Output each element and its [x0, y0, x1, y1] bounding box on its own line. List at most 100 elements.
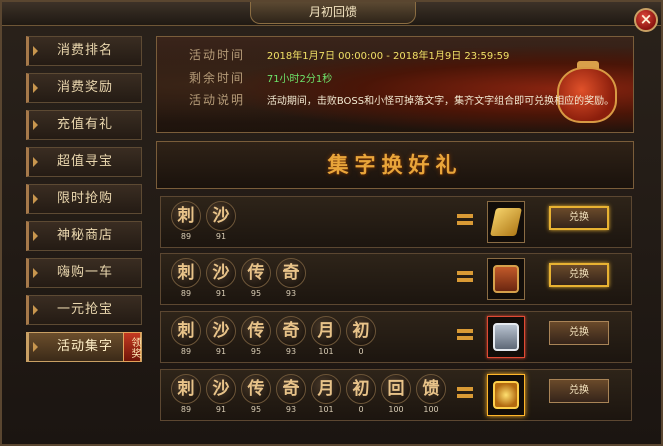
equals-icon [457, 386, 473, 400]
event-desc-label: 活动说明 [189, 93, 246, 107]
sidebar-item-label: 消费奖励 [56, 80, 113, 95]
character-count: 95 [250, 347, 262, 356]
character-token: 奇 93 [274, 258, 308, 299]
event-desc-row: 活动说明 活动期间，击败BOSS和小怪可掉落文字，集齐文字组合即可兑换相应的奖励… [189, 91, 614, 108]
character-count: 91 [215, 405, 227, 414]
equals-icon [457, 213, 473, 227]
character-glyph: 刺 [171, 201, 201, 231]
character-glyph: 传 [241, 316, 271, 346]
exchange-button[interactable]: 兑换 [549, 321, 609, 345]
character-glyph: 馈 [416, 374, 446, 404]
sidebar-item-0[interactable]: 消费排名 [26, 36, 142, 66]
title-bar: 月初回馈 [2, 2, 661, 26]
character-glyph: 传 [241, 374, 271, 404]
arrow-right-icon [33, 268, 38, 278]
sidebar-item-8[interactable]: 活动集字 领奖 [26, 332, 142, 362]
character-glyph: 沙 [206, 201, 236, 231]
exchange-button[interactable]: 兑换 [549, 263, 609, 287]
character-token: 刺 89 [169, 374, 203, 415]
window-title: 月初回馈 [250, 2, 416, 24]
character-count: 0 [358, 347, 364, 356]
character-count: 101 [318, 347, 334, 356]
character-count: 95 [250, 289, 262, 298]
sidebar-item-label: 嗨购一车 [56, 265, 113, 280]
exchange-row: 刺 89 沙 91 传 95 奇 93 兑换 [160, 253, 632, 305]
character-token: 沙 91 [204, 374, 238, 415]
character-glyph: 奇 [276, 374, 306, 404]
character-token: 回 100 [379, 374, 413, 415]
arrow-right-icon [33, 120, 38, 130]
reward-slot[interactable] [487, 374, 525, 416]
remaining-time-row: 剩余时间 71小时2分1秒 [189, 69, 332, 86]
reward-slot[interactable] [487, 316, 525, 358]
sidebar-item-2[interactable]: 充值有礼 [26, 110, 142, 140]
character-count: 89 [180, 232, 192, 241]
equals-icon [457, 270, 473, 284]
reward-slot[interactable] [487, 258, 525, 300]
character-token: 馈 100 [414, 374, 448, 415]
sidebar: 消费排名消费奖励充值有礼超值寻宝限时抢购神秘商店嗨购一车一元抢宝活动集字 领奖 [26, 36, 144, 369]
close-icon[interactable]: × [634, 8, 658, 32]
silver-chest-icon [493, 323, 519, 351]
character-glyph: 奇 [276, 316, 306, 346]
sidebar-item-5[interactable]: 神秘商店 [26, 221, 142, 251]
exchange-row: 刺 89 沙 91 兑换 [160, 196, 632, 248]
red-chest-icon [493, 265, 519, 293]
sidebar-item-label: 充值有礼 [56, 117, 113, 132]
character-count: 93 [285, 405, 297, 414]
character-token: 传 95 [239, 258, 273, 299]
remaining-time-value: 71小时2分1秒 [266, 74, 333, 85]
character-glyph: 奇 [276, 258, 306, 288]
character-count: 0 [358, 405, 364, 414]
arrow-right-icon [33, 231, 38, 241]
claim-badge[interactable]: 领奖 [123, 332, 141, 362]
character-token: 月 101 [309, 374, 343, 415]
character-glyph: 回 [381, 374, 411, 404]
arrow-right-icon [33, 46, 38, 56]
remaining-time-label: 剩余时间 [189, 71, 246, 85]
character-token: 初0 [344, 374, 378, 415]
character-token: 沙 91 [204, 316, 238, 357]
character-token: 传 95 [239, 374, 273, 415]
character-glyph: 刺 [171, 374, 201, 404]
reward-slot[interactable] [487, 201, 525, 243]
exchange-row: 刺 89 沙 91 传 95 奇 93 月 101 初 0 回 100 馈 100 兑换 [160, 369, 632, 421]
character-glyph: 月 [311, 374, 341, 404]
event-window: 月初回馈 × 消费排名 消费奖励 充值有礼 超值寻宝 限时抢购 神秘商店 嗨购一车 一元抢宝活… [0, 0, 663, 446]
sidebar-item-label: 一元抢宝 [56, 302, 113, 317]
character-count: 91 [215, 232, 227, 241]
equals-icon [457, 328, 473, 342]
character-glyph: 月 [311, 316, 341, 346]
character-glyph: 初 [346, 316, 376, 346]
sidebar-item-label: 消费排名 [56, 43, 113, 58]
section-title: 集字换好礼 [156, 141, 634, 189]
sidebar-item-label: 超值寻宝 [56, 154, 113, 169]
arrow-right-icon [33, 342, 38, 352]
character-count: 91 [215, 347, 227, 356]
character-count: 93 [285, 289, 297, 298]
arrow-right-icon [33, 305, 38, 315]
character-count: 93 [285, 347, 297, 356]
character-token: 传 95 [239, 316, 273, 357]
sidebar-item-7[interactable]: 一元抢宝 [26, 295, 142, 325]
exchange-row: 刺 89 沙 91 传 95 奇 93 月 101 初 0 兑换 [160, 311, 632, 363]
sidebar-item-6[interactable]: 嗨购一车 [26, 258, 142, 288]
sidebar-item-4[interactable]: 限时抢购 [26, 184, 142, 214]
character-token: 刺 89 [169, 201, 203, 242]
gold-chest-icon [493, 381, 519, 409]
character-token: 刺 89 [169, 316, 203, 357]
arrow-right-icon [33, 83, 38, 93]
character-glyph: 刺 [171, 316, 201, 346]
character-glyph: 沙 [206, 374, 236, 404]
sidebar-item-3[interactable]: 超值寻宝 [26, 147, 142, 177]
sidebar-item-1[interactable]: 消费奖励 [26, 73, 142, 103]
character-count: 100 [388, 405, 404, 414]
event-desc-value: 活动期间，击败BOSS和小怪可掉落文字，集齐文字组合即可兑换相应的奖励。 [266, 96, 615, 107]
exchange-button[interactable]: 兑换 [549, 206, 609, 230]
event-time-value: 2018年1月7日 00:00:00 - 2018年1月9日 23:59:59 [266, 51, 510, 62]
exchange-button[interactable]: 兑换 [549, 379, 609, 403]
sidebar-item-label: 活动集字 [56, 339, 113, 354]
character-count: 100 [423, 405, 439, 414]
character-count: 91 [215, 289, 227, 298]
character-token: 奇 93 [274, 316, 308, 357]
